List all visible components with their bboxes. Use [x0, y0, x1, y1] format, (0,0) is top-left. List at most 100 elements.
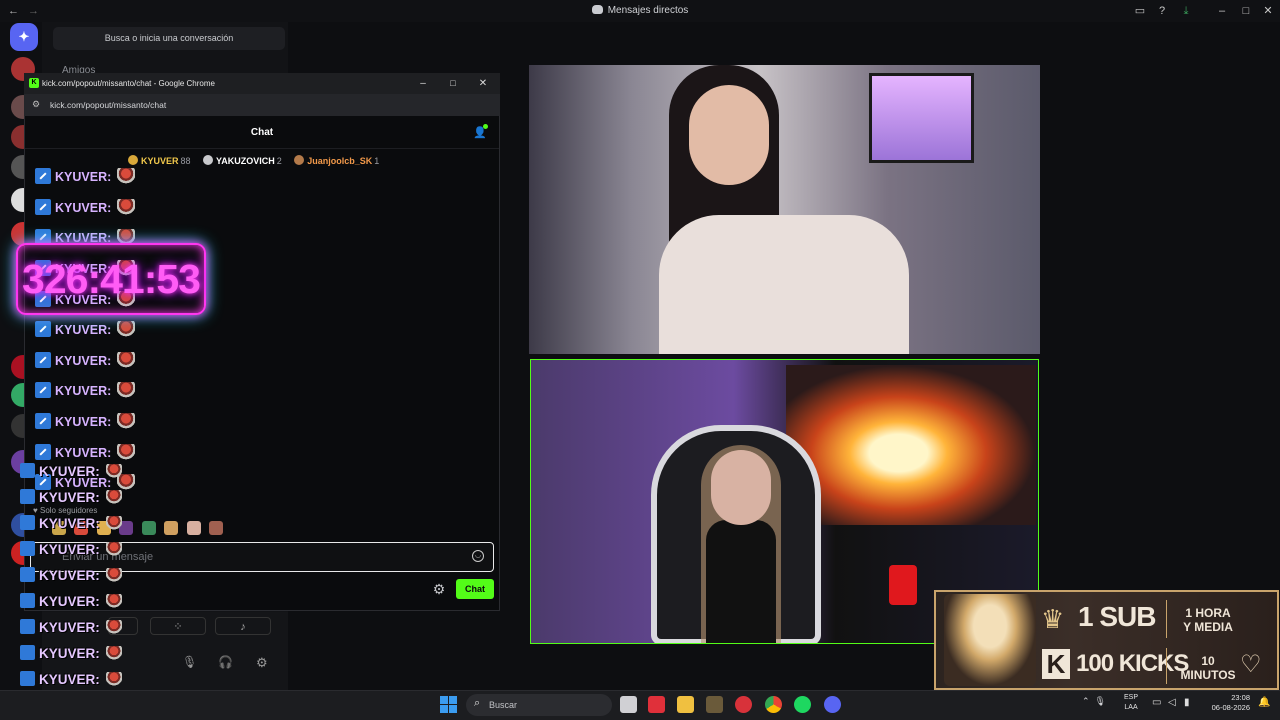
- chat-username[interactable]: KYUVER: [55, 354, 107, 368]
- sub-badge-icon: [35, 444, 51, 460]
- emote-icon: [105, 646, 122, 660]
- emote-icon: [117, 168, 136, 184]
- emote-icon[interactable]: [209, 521, 224, 535]
- chat-username[interactable]: KYUVER: [55, 323, 107, 337]
- chat-username[interactable]: KYUVER: [55, 201, 107, 215]
- battery-icon[interactable]: ▮: [1184, 697, 1190, 708]
- input-language[interactable]: ESP LAA: [1124, 693, 1138, 713]
- sub-badge-icon: [35, 168, 51, 184]
- leaderboard-user[interactable]: YAKUZOVICH: [216, 156, 275, 166]
- leaderboard-count: 88: [180, 156, 191, 166]
- taskbar-clock[interactable]: 23:08 06-08-2026: [1206, 693, 1250, 713]
- chat-message: KYUVER:: [35, 197, 136, 219]
- leaderboard-badge-icon: [128, 155, 138, 165]
- lang-line1: ESP: [1124, 694, 1139, 701]
- heart-icon: ♡: [1240, 651, 1262, 678]
- overlay-username: KYUVER: [39, 568, 96, 583]
- send-chat-button[interactable]: Chat: [456, 579, 494, 599]
- sub-badge-icon: [35, 199, 51, 215]
- sub-badge-icon: [20, 567, 35, 582]
- chat-message: KYUVER:: [35, 350, 136, 372]
- overlay-username: KYUVER: [39, 516, 96, 531]
- notification-bell-icon[interactable]: 🔔: [1258, 697, 1270, 708]
- chat-username[interactable]: KYUVER: [55, 170, 107, 184]
- kick-logo-icon: K: [1042, 649, 1070, 679]
- site-info-icon[interactable]: ⚙: [32, 99, 43, 110]
- chrome-icon[interactable]: [765, 696, 782, 713]
- chat-title: Chat: [250, 127, 274, 138]
- chat-settings-gear-icon[interactable]: ⚙: [431, 581, 447, 597]
- chat-separator: :: [107, 323, 112, 337]
- emote-icon: [117, 413, 136, 429]
- emote-icon[interactable]: [141, 521, 156, 535]
- leaderboard-user[interactable]: Juanjoolcb_SK: [307, 156, 372, 166]
- gift-leaderboard: KYUVER 88 YAKUZOVICH 2 Juanjoolcb_SK 1: [128, 152, 389, 170]
- app-icon[interactable]: [648, 696, 665, 713]
- windows-start-icon[interactable]: [440, 696, 457, 713]
- file-explorer-icon[interactable]: [677, 696, 694, 713]
- overlay-username: KYUVER: [39, 464, 96, 479]
- app-icon[interactable]: [735, 696, 752, 713]
- overlay-chat-message: KYUVER:: [20, 513, 122, 535]
- webcam-top: [529, 65, 1040, 354]
- banner-divider: [1166, 648, 1167, 684]
- gear-icon[interactable]: ⚙: [256, 655, 268, 671]
- banner-time-1-line2: Y MEDIA: [1183, 620, 1233, 634]
- back-arrow-icon[interactable]: ←: [8, 0, 24, 22]
- overlay-separator: :: [95, 672, 100, 687]
- microphone-icon[interactable]: 🎙: [182, 655, 197, 669]
- chrome-url[interactable]: kick.com/popout/missanto/chat: [50, 94, 166, 116]
- chrome-close-button[interactable]: ✕: [474, 73, 492, 94]
- leaderboard-user[interactable]: KYUVER: [141, 156, 179, 166]
- chat-username[interactable]: KYUVER: [55, 384, 107, 398]
- close-button[interactable]: ✕: [1256, 0, 1280, 22]
- dm-search-input[interactable]: Busca o inicia una conversación: [53, 27, 285, 50]
- emote-icon[interactable]: [164, 521, 179, 535]
- system-tray[interactable]: ⌃ 🎙: [1082, 696, 1106, 707]
- overlay-separator: :: [95, 542, 100, 557]
- overlay-separator: :: [95, 516, 100, 531]
- chrome-maximize-button[interactable]: □: [444, 73, 462, 94]
- emote-icon: [117, 352, 136, 368]
- help-icon[interactable]: ?: [1150, 0, 1174, 22]
- emote-icon: [117, 199, 136, 215]
- apps-button[interactable]: ⁘: [150, 617, 206, 635]
- emote-icon[interactable]: [186, 521, 201, 535]
- maximize-button[interactable]: □: [1234, 0, 1258, 22]
- overlay-separator: :: [95, 594, 100, 609]
- overlay-chat-message: KYUVER:: [20, 669, 122, 691]
- inbox-icon[interactable]: ▭: [1128, 0, 1152, 22]
- chat-message: KYUVER:: [35, 380, 136, 402]
- download-icon[interactable]: ⤓: [1174, 0, 1198, 22]
- forward-arrow-icon[interactable]: →: [28, 0, 44, 22]
- banner-time-1-line1: 1 HORA: [1185, 606, 1231, 620]
- taskbar-search-placeholder: Buscar: [489, 700, 518, 710]
- minimize-button[interactable]: –: [1210, 0, 1234, 22]
- chat-message: KYUVER:: [35, 319, 136, 341]
- taskbar-search-box[interactable]: [466, 694, 612, 716]
- task-view-icon[interactable]: [620, 696, 637, 713]
- discord-home-button[interactable]: ✦: [10, 23, 38, 51]
- overlay-separator: :: [95, 464, 100, 479]
- overlay-chat-message: KYUVER:: [20, 461, 122, 483]
- sub-badge-icon: [35, 413, 51, 429]
- emote-icon: [105, 490, 122, 504]
- headphones-icon[interactable]: 🎧: [218, 655, 233, 669]
- discord-window-title: Mensajes directos: [0, 0, 1280, 22]
- spotify-icon[interactable]: [794, 696, 811, 713]
- chat-username[interactable]: KYUVER: [55, 446, 107, 460]
- app-icon[interactable]: [706, 696, 723, 713]
- background-tv: [869, 73, 974, 163]
- soundboard-button[interactable]: ♪: [215, 617, 271, 635]
- network-icon[interactable]: ▭: [1152, 697, 1161, 708]
- emoji-picker-icon[interactable]: ◡: [472, 550, 484, 562]
- chrome-minimize-button[interactable]: –: [414, 73, 432, 94]
- discord-icon[interactable]: [824, 696, 841, 713]
- sub-badge-icon: [20, 593, 35, 608]
- overlay-chat-message: KYUVER:: [20, 487, 122, 509]
- search-icon: ⌕: [474, 697, 481, 709]
- volume-icon[interactable]: ◁: [1168, 697, 1176, 708]
- chat-separator: :: [107, 415, 112, 429]
- overlay-username: KYUVER: [39, 620, 96, 635]
- chat-username[interactable]: KYUVER: [55, 415, 107, 429]
